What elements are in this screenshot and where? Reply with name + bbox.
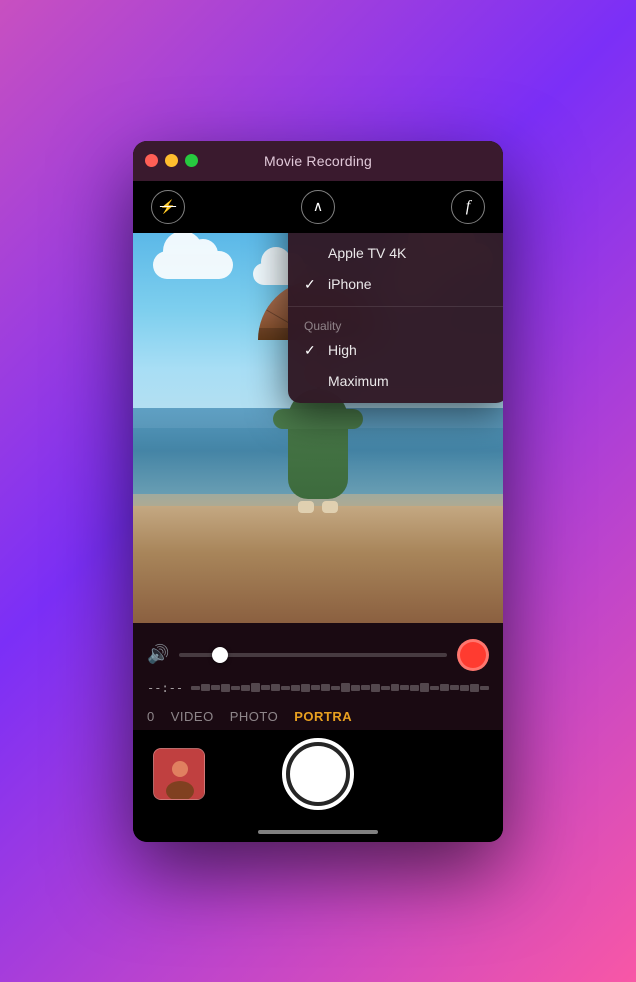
wave-bar: [311, 685, 320, 690]
mode-selector: 0 VIDEO PHOTO PORTRA: [147, 703, 489, 730]
wave-bar: [371, 684, 380, 692]
wave-bar: [341, 683, 350, 692]
timer-bar: --:--: [147, 677, 489, 703]
photo-thumbnail[interactable]: [153, 748, 205, 800]
shutter-button[interactable]: [282, 738, 354, 810]
person-body: [288, 389, 348, 499]
mode-photo[interactable]: PHOTO: [230, 709, 279, 724]
quality-section: Quality ✓ High ✓ Maximum: [288, 306, 503, 403]
beach-bg: [133, 506, 503, 623]
person-feet: [298, 501, 338, 513]
quality-section-header: Quality: [288, 313, 503, 335]
wave-bar: [241, 685, 250, 691]
wave-bar: [261, 685, 270, 690]
quality-high-label: High: [328, 342, 357, 358]
top-bar: ⚡ ∧ f: [133, 181, 503, 233]
wave-bar: [361, 685, 370, 690]
app-window: Movie Recording ⚡ ∧ f: [133, 141, 503, 842]
cloud-1: [153, 251, 233, 279]
wave-bar: [470, 684, 479, 692]
volume-thumb[interactable]: [212, 647, 228, 663]
filter-button[interactable]: f: [451, 190, 485, 224]
wave-bar: [460, 685, 469, 691]
wave-bar: [391, 684, 400, 691]
quality-maximum-label: Maximum: [328, 373, 389, 389]
check-iphone-mic: ✓: [304, 276, 320, 293]
settings-dropdown: Camera ✓ FaceTime HD Camera (Built-in) ✓…: [288, 233, 503, 403]
filter-icon: f: [466, 198, 470, 216]
microphone-section: Microphone ✓ Internal Microphone ✓ Apple…: [288, 233, 503, 306]
title-bar: Movie Recording: [133, 141, 503, 181]
wave-bar: [251, 683, 260, 692]
traffic-lights: [145, 154, 198, 167]
maximize-button[interactable]: [185, 154, 198, 167]
person-arms: [273, 409, 363, 429]
check-quality-high: ✓: [304, 342, 320, 359]
wave-bar: [231, 686, 240, 690]
window-title: Movie Recording: [264, 153, 372, 169]
audio-waveform: [191, 681, 489, 695]
wave-bar: [440, 684, 449, 691]
volume-slider[interactable]: [179, 653, 447, 657]
wave-bar: [211, 685, 220, 690]
record-button[interactable]: [457, 639, 489, 671]
scroll-bar: [258, 830, 378, 834]
mic-iphone-label: iPhone: [328, 276, 372, 292]
foot-right: [322, 501, 338, 513]
volume-icon: 🔊: [147, 644, 169, 665]
wave-bar: [420, 683, 429, 692]
wave-bar: [201, 684, 210, 691]
minimize-button[interactable]: [165, 154, 178, 167]
camera-viewfinder: Camera ✓ FaceTime HD Camera (Built-in) ✓…: [133, 233, 503, 623]
wave-bar: [281, 686, 290, 690]
wave-bar: [331, 686, 340, 690]
wave-bar: [271, 684, 280, 691]
bottom-row: [133, 730, 503, 826]
wave-bar: [450, 685, 459, 690]
shutter-inner: [290, 746, 346, 802]
wave-bar: [400, 685, 409, 690]
controls-area: 🔊 --:--: [133, 623, 503, 730]
mode-slomo[interactable]: 0: [147, 709, 155, 724]
mic-item-iphone[interactable]: ✓ iPhone: [288, 269, 503, 300]
close-button[interactable]: [145, 154, 158, 167]
wave-bar: [301, 684, 310, 692]
quality-item-maximum[interactable]: ✓ Maximum: [288, 366, 503, 397]
scroll-indicator: [133, 826, 503, 842]
timer-text: --:--: [147, 681, 183, 695]
mic-item-appletv[interactable]: ✓ Apple TV 4K: [288, 238, 503, 269]
mode-portrait[interactable]: PORTRA: [294, 709, 352, 724]
foot-left: [298, 501, 314, 513]
wave-bar: [191, 686, 200, 690]
quality-item-high[interactable]: ✓ High: [288, 335, 503, 366]
chevron-up-button[interactable]: ∧: [301, 190, 335, 224]
chevron-up-icon: ∧: [313, 198, 323, 215]
flash-icon: ⚡: [160, 199, 176, 215]
wave-bar: [480, 686, 489, 690]
flash-button[interactable]: ⚡: [151, 190, 185, 224]
wave-bar: [321, 684, 330, 691]
wave-bar: [410, 685, 419, 691]
record-bar: 🔊: [147, 633, 489, 677]
mode-video[interactable]: VIDEO: [171, 709, 214, 724]
wave-bar: [221, 684, 230, 692]
wave-bar: [291, 685, 300, 691]
wave-bar: [381, 686, 390, 690]
mic-appletv-label: Apple TV 4K: [328, 245, 406, 261]
wave-bar: [351, 685, 360, 691]
wave-bar: [430, 686, 439, 690]
